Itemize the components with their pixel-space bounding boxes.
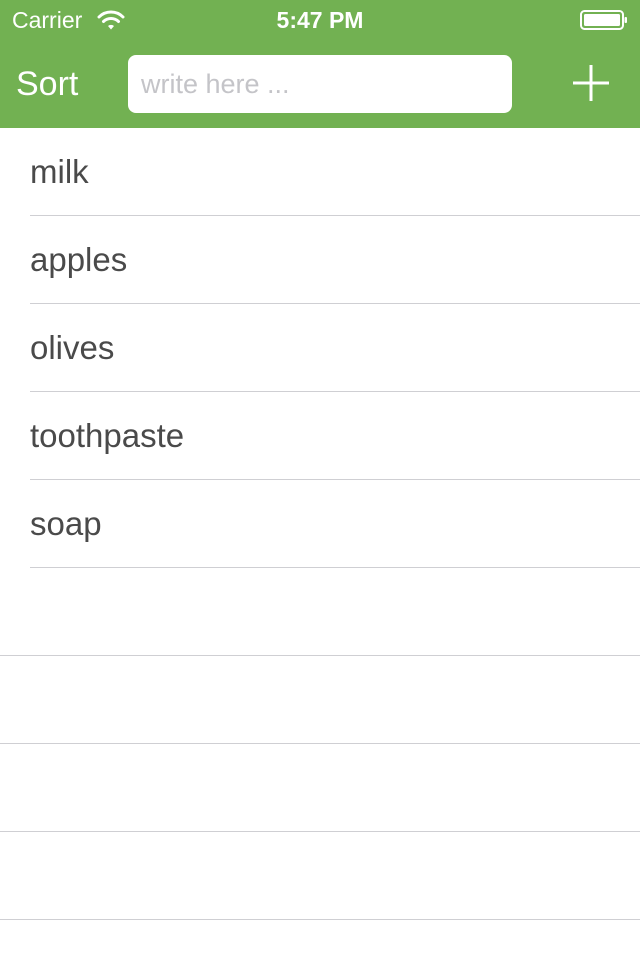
sort-button[interactable]: Sort (16, 62, 78, 106)
empty-row (0, 656, 640, 744)
row-separator (0, 919, 640, 920)
navigation-bar: Sort (0, 40, 640, 128)
list-item[interactable]: milk (0, 128, 640, 216)
shopping-list: milk apples olives toothpaste soap (0, 128, 640, 920)
list-item-label: milk (30, 153, 89, 190)
list-item[interactable]: toothpaste (0, 392, 640, 480)
status-time: 5:47 PM (276, 7, 364, 33)
search-box (128, 55, 512, 113)
list-item-label: soap (30, 505, 102, 542)
list-item[interactable]: soap (0, 480, 640, 568)
battery-icon (580, 10, 627, 30)
status-bar: Carrier 5:47 PM (0, 0, 640, 40)
empty-row (0, 568, 640, 656)
list-item-label: olives (30, 329, 115, 366)
list-item[interactable]: olives (0, 304, 640, 392)
empty-row (0, 744, 640, 832)
list-item-label: toothpaste (30, 417, 185, 454)
list-item[interactable]: apples (0, 216, 640, 304)
app-header: Carrier 5:47 PM Sort (0, 0, 640, 128)
plus-icon[interactable] (568, 60, 614, 106)
empty-row (0, 832, 640, 920)
item-input[interactable] (128, 55, 512, 113)
list-item-label: apples (30, 241, 128, 278)
